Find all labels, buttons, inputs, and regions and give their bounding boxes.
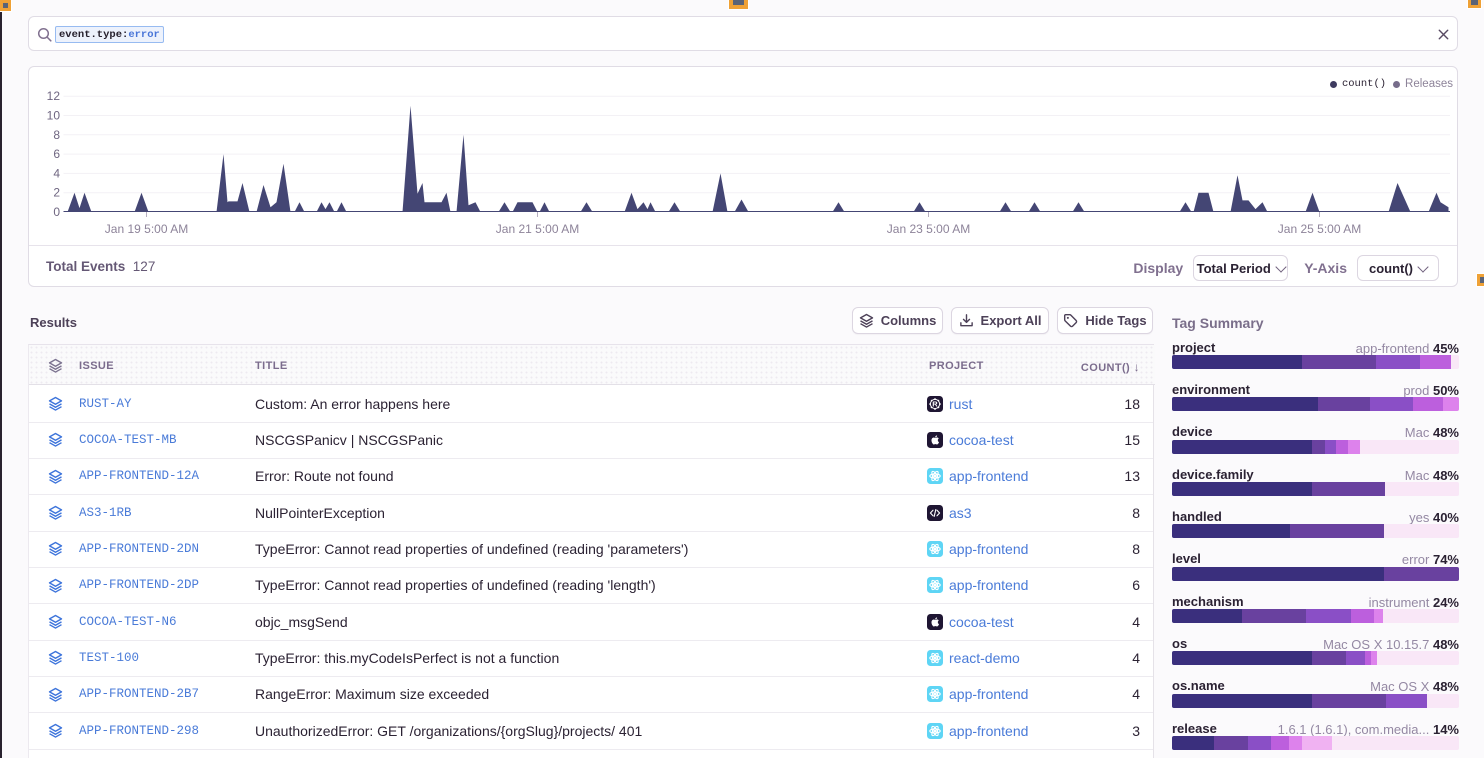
svg-text:R: R <box>932 400 938 409</box>
svg-text:4: 4 <box>53 166 60 180</box>
svg-text:0: 0 <box>53 205 60 219</box>
svg-text:Jan 25 5:00 AM: Jan 25 5:00 AM <box>1278 222 1361 236</box>
svg-text:6: 6 <box>53 147 60 161</box>
svg-text:Jan 23 5:00 AM: Jan 23 5:00 AM <box>887 222 970 236</box>
svg-text:2: 2 <box>53 186 60 200</box>
svg-text:12: 12 <box>47 89 61 103</box>
svg-text:Jan 19 5:00 AM: Jan 19 5:00 AM <box>105 222 188 236</box>
svg-text:10: 10 <box>47 109 61 123</box>
svg-text:Jan 21 5:00 AM: Jan 21 5:00 AM <box>496 222 579 236</box>
svg-text:8: 8 <box>53 128 60 142</box>
